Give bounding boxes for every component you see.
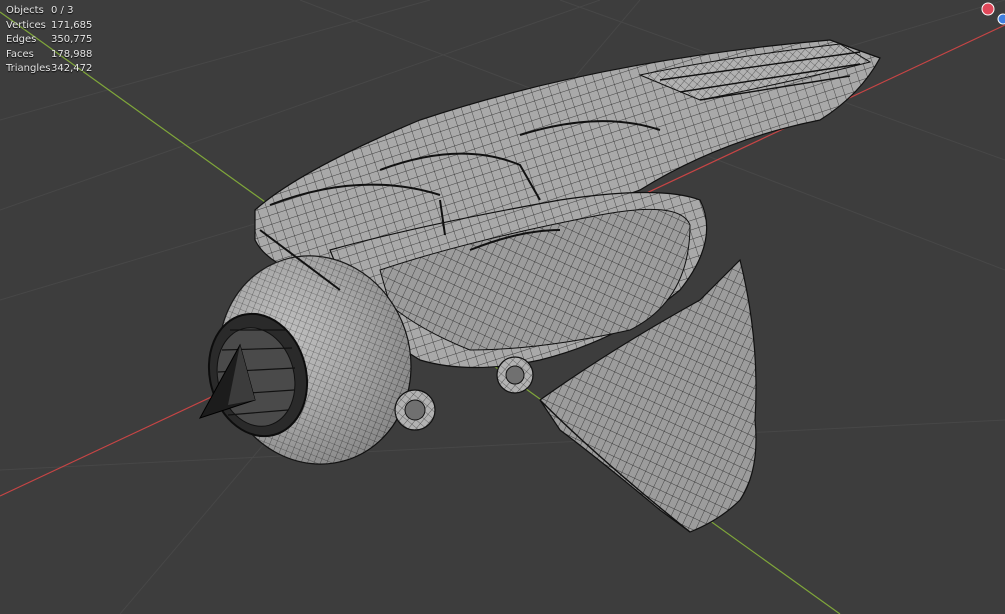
stat-label: Faces (6, 48, 34, 60)
stat-value: 178,988 (51, 48, 93, 60)
stats-overlay: Objects 0 / 3 Vertices 171,685 Edges 350… (6, 4, 92, 77)
stat-value: 171,685 (51, 19, 93, 31)
stat-label: Vertices (6, 19, 46, 31)
spaceship-mesh[interactable] (192, 39, 881, 533)
stat-row-objects: Objects 0 / 3 (6, 4, 92, 19)
stat-row-vertices: Vertices 171,685 (6, 19, 92, 34)
stat-label: Triangles (6, 63, 51, 74)
stat-row-edges: Edges 350,775 (6, 33, 92, 48)
stat-value: 342,472 (51, 63, 93, 74)
stat-value: 350,775 (51, 34, 93, 45)
gizmo-y-handle[interactable] (997, 13, 1005, 25)
stat-value: 0 / 3 (51, 5, 74, 16)
navigation-gizmo[interactable] (979, 0, 1005, 26)
stat-row-triangles: Triangles 342,472 (6, 62, 92, 77)
stat-label: Objects (6, 5, 44, 16)
stat-row-faces: Faces 178,988 (6, 48, 92, 63)
stat-label: Edges (6, 34, 37, 45)
3d-viewport[interactable] (0, 0, 1005, 614)
gizmo-x-handle[interactable] (981, 2, 995, 16)
